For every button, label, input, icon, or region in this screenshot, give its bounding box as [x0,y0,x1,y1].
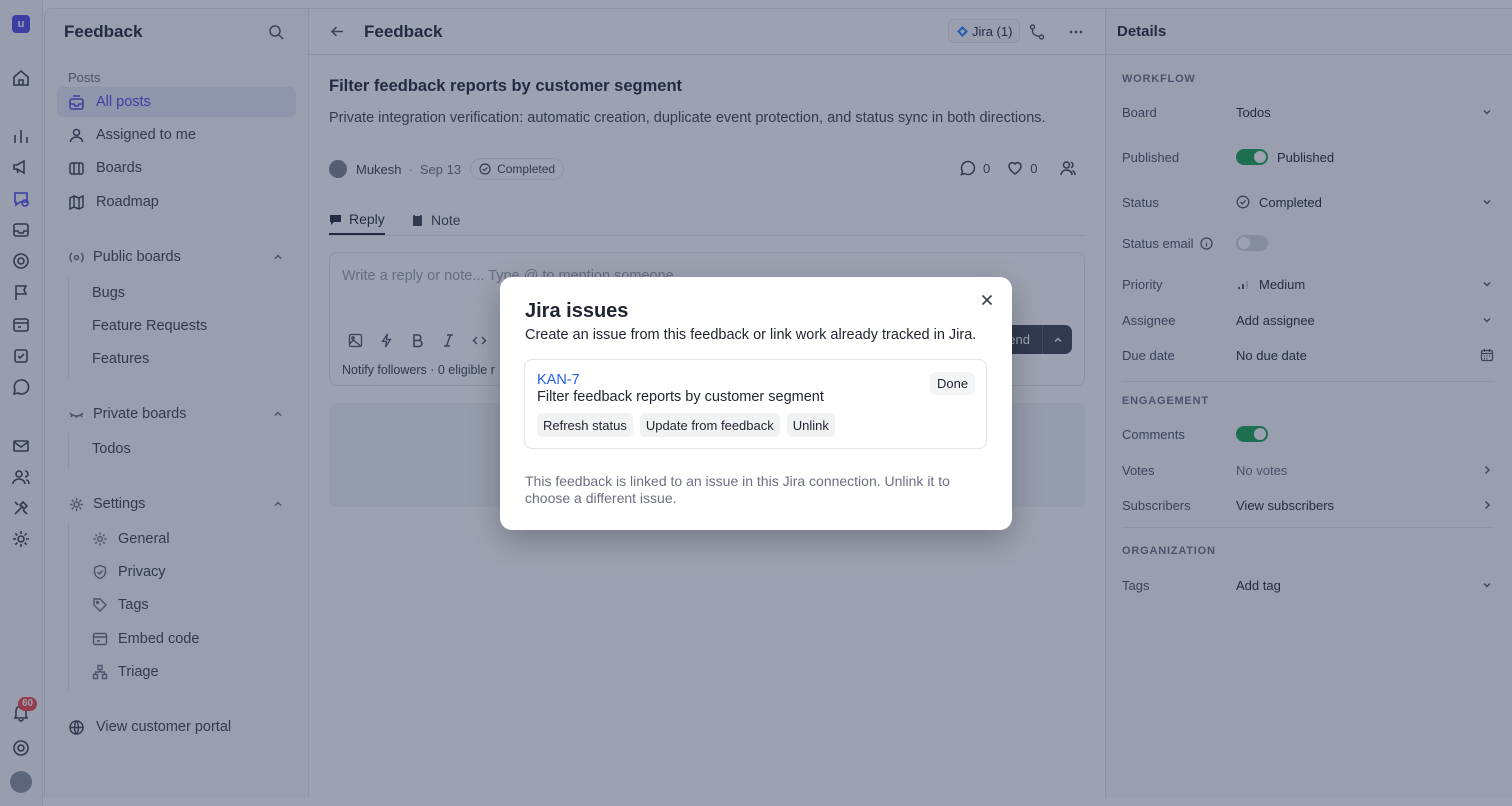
app-root: u 60 Feedback Posts All posts Assigned t… [0,0,1512,806]
jira-issues-dialog: Jira issues Create an issue from this fe… [500,277,1012,530]
linked-issue-card: KAN-7 Filter feedback reports by custome… [524,359,987,449]
refresh-status-button[interactable]: Refresh status [537,413,633,437]
unlink-button[interactable]: Unlink [786,413,835,437]
dialog-title: Jira issues [525,300,629,322]
issue-title: Filter feedback reports by customer segm… [537,389,824,405]
dialog-subtitle: Create an issue from this feedback or li… [525,327,977,343]
issue-status-badge: Done [930,372,976,395]
close-icon[interactable] [979,292,995,308]
dialog-note: This feedback is linked to an issue in t… [525,473,950,506]
update-from-feedback-button[interactable]: Update from feedback [639,413,780,437]
issue-key-link[interactable]: KAN-7 [537,372,580,388]
issue-actions: Refresh status Update from feedback Unli… [537,413,842,437]
